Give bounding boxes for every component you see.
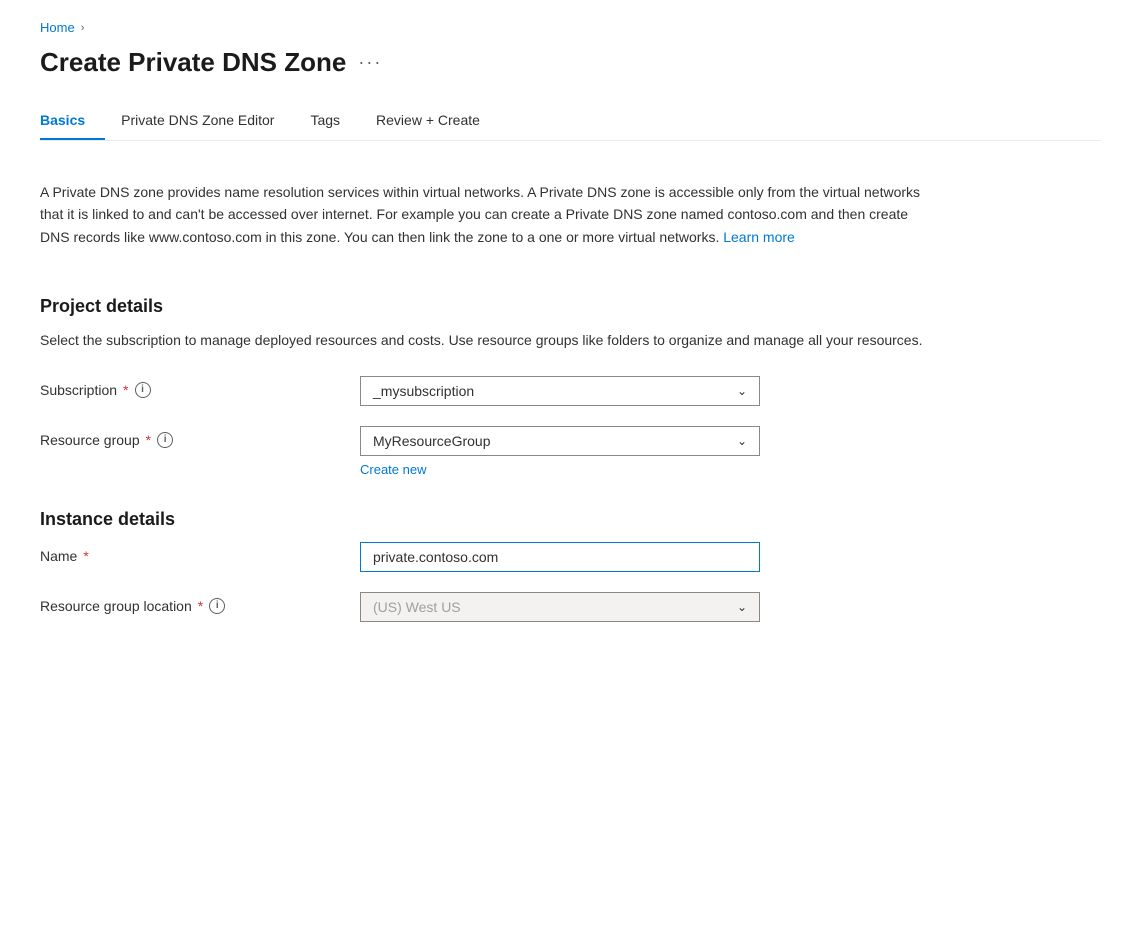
breadcrumb: Home › <box>40 20 1101 35</box>
resource-group-location-control: (US) West US ⌄ <box>360 592 760 622</box>
project-details-title: Project details <box>40 296 1101 317</box>
learn-more-link[interactable]: Learn more <box>723 229 795 245</box>
resource-group-location-label: Resource group location * i <box>40 592 360 614</box>
resource-group-control: MyResourceGroup ⌄ Create new <box>360 426 760 477</box>
ellipsis-button[interactable]: ··· <box>358 52 382 73</box>
page-title: Create Private DNS Zone <box>40 47 346 78</box>
rgl-dropdown-arrow: ⌄ <box>737 600 747 614</box>
resource-group-dropdown-arrow: ⌄ <box>737 434 747 448</box>
project-details-section: Project details Select the subscription … <box>40 296 1101 476</box>
resource-group-required: * <box>146 432 151 448</box>
resource-group-info-icon[interactable]: i <box>157 432 173 448</box>
subscription-dropdown[interactable]: _mysubscription ⌄ <box>360 376 760 406</box>
rgl-required: * <box>198 598 203 614</box>
resource-group-label: Resource group * i <box>40 426 360 448</box>
instance-details-title: Instance details <box>40 509 1101 530</box>
subscription-info-icon[interactable]: i <box>135 382 151 398</box>
name-input[interactable] <box>360 542 760 572</box>
tab-tags[interactable]: Tags <box>310 102 360 140</box>
create-new-link[interactable]: Create new <box>360 462 426 477</box>
name-row: Name * <box>40 542 1101 572</box>
tab-basics[interactable]: Basics <box>40 102 105 140</box>
resource-group-location-row: Resource group location * i (US) West US… <box>40 592 1101 622</box>
name-label: Name * <box>40 542 360 564</box>
subscription-control: _mysubscription ⌄ <box>360 376 760 406</box>
instance-details-section: Instance details Name * Resource group l… <box>40 509 1101 622</box>
page-title-row: Create Private DNS Zone ··· <box>40 47 1101 78</box>
tab-private-dns-zone-editor[interactable]: Private DNS Zone Editor <box>121 102 294 140</box>
subscription-dropdown-arrow: ⌄ <box>737 384 747 398</box>
tab-review-create[interactable]: Review + Create <box>376 102 500 140</box>
home-link[interactable]: Home <box>40 20 75 35</box>
project-details-description: Select the subscription to manage deploy… <box>40 329 940 351</box>
description-box: A Private DNS zone provides name resolut… <box>40 165 940 268</box>
subscription-required: * <box>123 382 128 398</box>
resource-group-value: MyResourceGroup <box>373 433 491 449</box>
tabs-nav: Basics Private DNS Zone Editor Tags Revi… <box>40 102 1101 141</box>
name-control <box>360 542 760 572</box>
resource-group-dropdown[interactable]: MyResourceGroup ⌄ <box>360 426 760 456</box>
subscription-label: Subscription * i <box>40 376 360 398</box>
subscription-value: _mysubscription <box>373 383 474 399</box>
breadcrumb-chevron: › <box>81 22 85 34</box>
subscription-row: Subscription * i _mysubscription ⌄ <box>40 376 1101 406</box>
resource-group-location-dropdown[interactable]: (US) West US ⌄ <box>360 592 760 622</box>
resource-group-row: Resource group * i MyResourceGroup ⌄ Cre… <box>40 426 1101 477</box>
resource-group-location-value: (US) West US <box>373 599 461 615</box>
rgl-info-icon[interactable]: i <box>209 598 225 614</box>
name-required: * <box>83 548 88 564</box>
